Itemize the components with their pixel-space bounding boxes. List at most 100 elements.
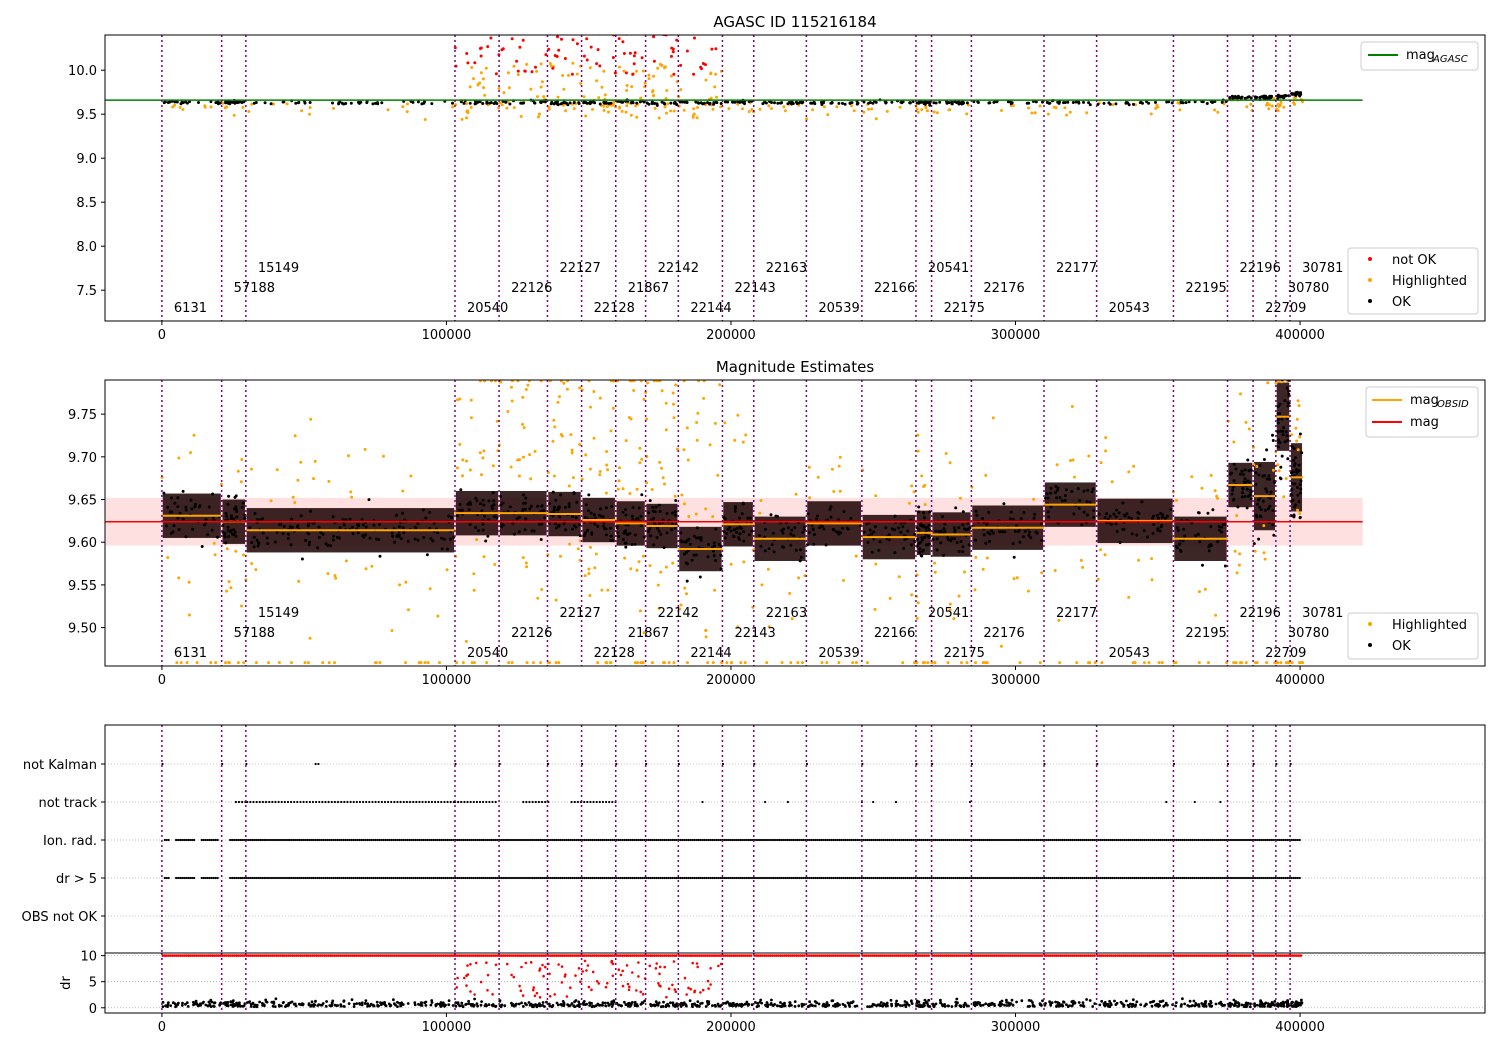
magnitude-estimates-panel: Magnitude Estimates 61315718815149205402… [68,358,1486,688]
x-tick-label: 400000 [1275,328,1325,343]
legend-label: Highlighted [1392,618,1467,633]
obsid-label: 22175 [944,646,985,661]
obsid-label: 22163 [766,606,807,621]
legend-label-mag: mag [1410,415,1439,430]
legend-label: OK [1392,639,1411,654]
obsid-label: 22177 [1056,261,1097,276]
panel1-plot-area [105,35,1363,321]
x-tick-label: 100000 [422,673,472,688]
legend-label: Highlighted [1392,274,1467,289]
legend-marker [1368,622,1372,626]
obsid-label: 20539 [818,301,859,316]
obsid-label: 20540 [467,301,508,316]
panel1-points-legend: not OK Highlighted OK [1347,247,1479,315]
obsid-label: 22176 [983,281,1024,296]
obsid-label: 15149 [258,261,299,276]
obsid-label: 30781 [1302,261,1343,276]
obsid-label: 20543 [1109,301,1150,316]
obsid-label: 20540 [467,646,508,661]
y-tick-label: 9.65 [68,494,97,509]
category-label: Ion. rad. [43,834,97,849]
legend-marker [1368,257,1372,261]
dr-ok-points [161,997,1304,1009]
obsid-label: 22166 [874,281,915,296]
category-label: not track [38,796,97,811]
obsid-label: 20541 [928,606,969,621]
ok-points [162,90,1303,107]
obsid-label: 21867 [628,626,669,641]
x-tick-label: 400000 [1275,673,1325,688]
dr-not-ok-points [161,954,1303,999]
legend-label-mag-agasc: mag [1406,48,1435,63]
x-tick-label: 0 [158,328,166,343]
legend-marker [1368,278,1372,282]
y-tick-label: 9.5 [76,108,97,123]
category-label: dr > 5 [56,872,97,887]
x-tick-label: 100000 [422,328,472,343]
panel2-plot-area [105,380,1363,666]
x-tick-label: 0 [158,1020,166,1035]
obsid-label: 22127 [559,261,600,276]
category-label: not Kalman [23,758,97,773]
obsid-label: 22176 [983,626,1024,641]
y-tick-label: 8.0 [76,240,97,255]
x-tick-label: 200000 [706,673,756,688]
legend-label: not OK [1392,253,1437,268]
panel2-title: Magnitude Estimates [716,358,874,376]
legend-label-subscript: AGASC [1432,54,1468,65]
y-tick-label: 10 [80,950,97,965]
x-tick-label: 400000 [1275,1020,1325,1035]
x-tick-label: 100000 [422,1020,472,1035]
obsid-label: 20543 [1109,646,1150,661]
obsid-label: 22142 [658,261,699,276]
legend-label-mag-obsid: mag [1410,393,1439,408]
y-tick-label: 0 [89,1002,97,1017]
y-tick-label: 5 [89,976,97,991]
obsid-label: 30780 [1288,626,1329,641]
panel1-frame [104,34,1486,322]
obsid-label: 22127 [559,606,600,621]
x-tick-label: 0 [158,673,166,688]
panel2-line-legend: magOBSIDmag [1365,386,1479,438]
obsid-label: 21867 [628,281,669,296]
y-tick-label: 9.50 [68,622,97,637]
legend-label-subscript: OBSID [1437,399,1469,410]
figure: AGASC ID 115216184 613157188151492054022… [22,13,1486,1035]
y-tick-label: 9.55 [68,579,97,594]
obsid-label: 22126 [511,626,552,641]
y-tick-label: 7.5 [76,284,97,299]
agasc-magnitude-panel: AGASC ID 115216184 613157188151492054022… [68,13,1486,343]
legend-marker [1368,299,1372,303]
obsid-label: 22175 [944,301,985,316]
highlighted-points [171,61,1305,122]
x-tick-label: 300000 [991,1020,1041,1035]
obsid-label: 57188 [234,281,275,296]
x-tick-label: 300000 [991,673,1041,688]
flag-points [161,762,1301,880]
panel2-points-legend: Highlighted OK [1347,612,1479,660]
obsid-label: 22126 [511,281,552,296]
x-tick-label: 200000 [706,1020,756,1035]
obsid-label: 20541 [928,261,969,276]
category-label: OBS not OK [22,910,98,925]
panel1-line-legend: magAGASC [1360,41,1479,71]
obsid-label: 22144 [690,646,731,661]
obsid-label: 22196 [1239,606,1280,621]
obsid-label: 22143 [734,626,775,641]
obsid-label: 15149 [258,606,299,621]
not-ok-points [453,35,718,76]
y-tick-label: 9.0 [76,152,97,167]
obsid-label: 22144 [690,301,731,316]
y-tick-label: 9.60 [68,536,97,551]
obsid-label: 22195 [1185,281,1226,296]
dr-axis-label: dr [59,976,74,990]
dr-panel: 0 100000 200000 300000 400000 0 5 10 dr [59,950,1486,1035]
obsid-label: 30780 [1288,281,1329,296]
obsid-label: 22709 [1265,301,1306,316]
panel1-title: AGASC ID 115216184 [713,13,876,31]
obsid-label: 22143 [734,281,775,296]
y-tick-label: 9.75 [68,408,97,423]
x-tick-label: 300000 [991,328,1041,343]
flags-panel: not Kalman not track Ion. rad. dr > 5 OBS no… [22,724,1486,954]
obsid-label: 22709 [1265,646,1306,661]
